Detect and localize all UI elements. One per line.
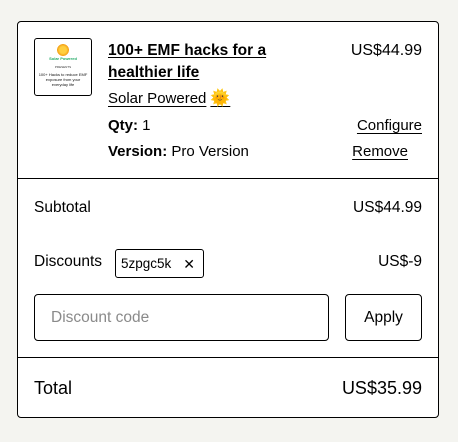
thumbnail-logo-text: Solar Powered — [49, 56, 77, 61]
quantity-row: Qty: 1 — [108, 115, 151, 137]
sun-logo-icon — [57, 44, 69, 56]
thumbnail-line2: 100+ Hacks to reduce EMF exposure from y… — [38, 72, 88, 87]
product-title-link[interactable]: 100+ EMF hacks for a healthier life — [108, 40, 308, 84]
version-value: Pro Version — [171, 143, 249, 160]
discount-code-input[interactable] — [34, 294, 329, 341]
total-value: US$35.99 — [341, 378, 422, 398]
discounts-label: Discounts — [34, 253, 103, 270]
qty-label: Qty: — [108, 117, 138, 134]
seller-name: Solar Powered — [108, 90, 207, 107]
discount-value: US$-9 — [378, 253, 422, 270]
discount-code-text: 5zpgc5k — [121, 256, 172, 271]
subtotal-value: US$44.99 — [353, 199, 422, 216]
cart-card: Solar Powered PRESENTS 100+ Hacks to red… — [17, 21, 439, 418]
version-row: Version: Pro Version — [108, 141, 249, 163]
total-row: Total US$35.99 — [18, 358, 438, 417]
qty-value: 1 — [142, 117, 151, 134]
remove-button[interactable]: Remove — [352, 141, 408, 163]
product-price: US$44.99 — [350, 42, 422, 59]
seller-link[interactable]: Solar Powered 🌞 — [108, 88, 230, 110]
thumbnail-line1: PRESENTS — [54, 65, 72, 69]
discount-code-chip[interactable]: 5zpgc5k ✕ — [115, 249, 205, 278]
total-label: Total — [34, 378, 73, 398]
version-label: Version: — [108, 143, 168, 160]
subtotal-label: Subtotal — [34, 199, 91, 216]
product-thumbnail[interactable]: Solar Powered PRESENTS 100+ Hacks to red… — [34, 38, 92, 96]
order-summary: Subtotal US$44.99 Discounts 5zpgc5k ✕ US… — [18, 179, 438, 358]
sun-emoji-icon: 🌞 — [210, 90, 231, 107]
close-icon[interactable]: ✕ — [183, 257, 195, 271]
apply-button[interactable]: Apply — [345, 294, 422, 341]
configure-button[interactable]: Configure — [357, 115, 422, 137]
cart-item: Solar Powered PRESENTS 100+ Hacks to red… — [18, 22, 438, 179]
